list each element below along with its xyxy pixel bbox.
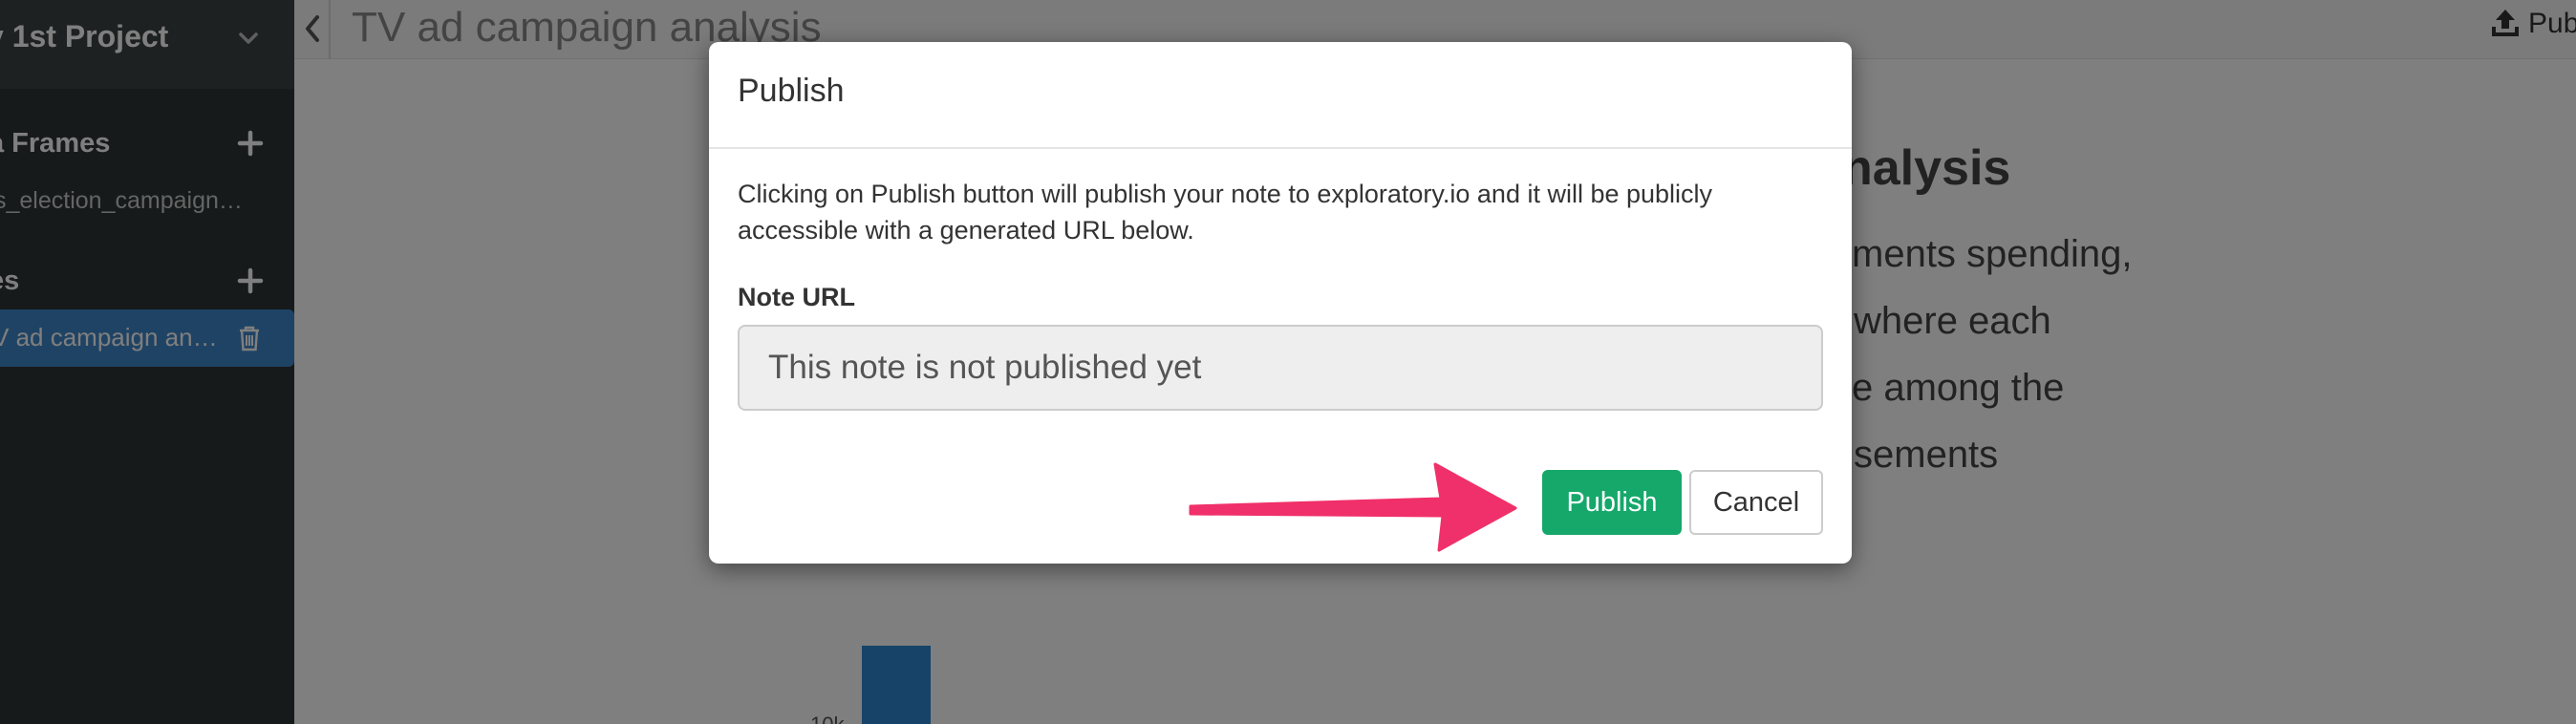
publish-button[interactable]: Publish	[1542, 470, 1682, 535]
note-url-label: Note URL	[738, 283, 855, 311]
cancel-button[interactable]: Cancel	[1689, 470, 1823, 535]
dialog-title: Publish	[738, 73, 845, 109]
arrow-annotation-icon	[1189, 462, 1517, 552]
note-url-field[interactable]	[738, 325, 1823, 411]
dialog-description: Clicking on Publish button will publish …	[738, 180, 1713, 245]
dialog-header: Publish	[709, 42, 1852, 149]
